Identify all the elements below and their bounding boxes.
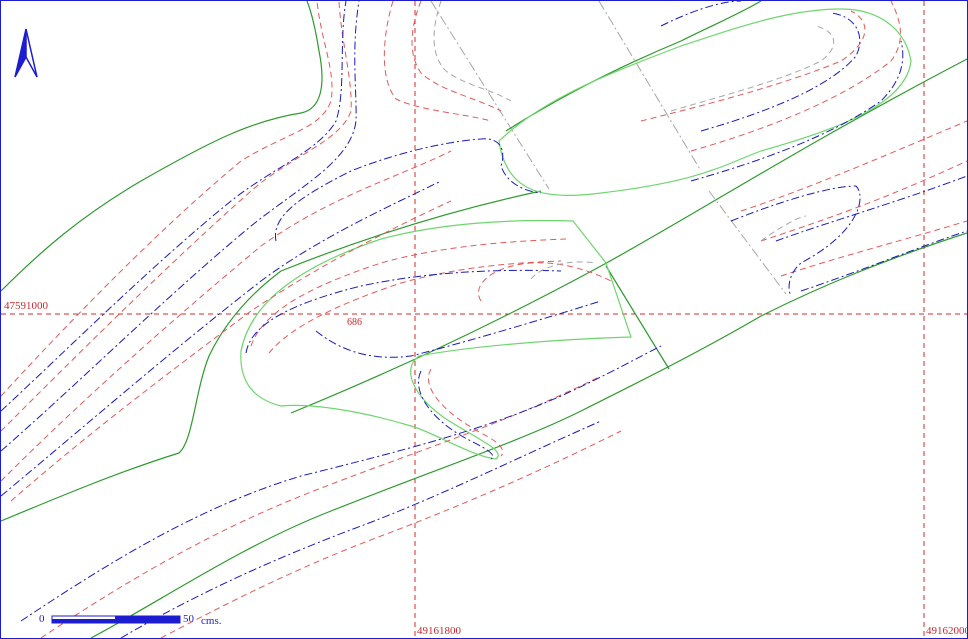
contour-line (433, 1, 512, 102)
contour-line (670, 25, 834, 112)
scale-bar: 0 50 cms. (37, 611, 257, 629)
parcel-outline-upper (498, 8, 912, 196)
grid-label-easting-49161800: 49161800 (417, 625, 461, 637)
grid-lines (1, 1, 967, 638)
contour-line (40, 375, 602, 638)
contour-line (1, 150, 452, 482)
contour-line (250, 238, 567, 347)
construction-line (598, 1, 702, 172)
contour-line (530, 261, 597, 280)
scale-bar-unit-label: cms. (201, 615, 222, 627)
contours-blue (1, 1, 967, 638)
map-viewport[interactable]: 49161800 49162000 47591000 686 0 50 cms. (0, 0, 968, 639)
boundary-line-upper (505, 1, 762, 132)
construction-line (708, 190, 787, 295)
contour-line (690, 1, 901, 152)
construction-line (430, 1, 550, 190)
contour-line (1, 1, 360, 452)
scale-bar-end-label: 50 (183, 613, 194, 625)
grid-label-northing-47591000: 47591000 (4, 300, 48, 312)
grid-label-easting-49162000: 49162000 (926, 625, 968, 637)
contour-line (800, 230, 967, 292)
contour-line (760, 160, 967, 242)
contour-line (20, 345, 662, 622)
contours-grey (433, 1, 834, 280)
construction-lines (430, 1, 787, 295)
contour-line (1, 180, 442, 497)
contour-line (700, 12, 861, 132)
contour-line (640, 10, 866, 122)
spot-height-label: 686 (347, 317, 362, 328)
scale-bar-graphic (51, 615, 181, 624)
contour-line (1, 1, 333, 397)
boundary-lines (1, 1, 967, 638)
contour-line (315, 300, 602, 358)
contour-line (120, 420, 602, 638)
contours-red (1, 1, 967, 638)
parcel-outline-lower (240, 219, 632, 460)
north-arrow-icon (14, 28, 38, 78)
contour-line (383, 1, 492, 122)
boundary-cross-line (605, 265, 670, 370)
contour-line (411, 1, 502, 112)
contour-line (1, 1, 347, 412)
contour-line (660, 1, 742, 27)
contour-line (1, 1, 352, 432)
boundary-line-middle (1, 190, 542, 522)
map-canvas[interactable] (1, 1, 967, 638)
scale-bar-start-label: 0 (39, 613, 45, 625)
boundary-line-river-south (90, 232, 967, 638)
boundary-line-west (1, 1, 323, 292)
contour-line (775, 175, 967, 242)
contour-line (10, 200, 452, 502)
contour-line (428, 368, 504, 457)
